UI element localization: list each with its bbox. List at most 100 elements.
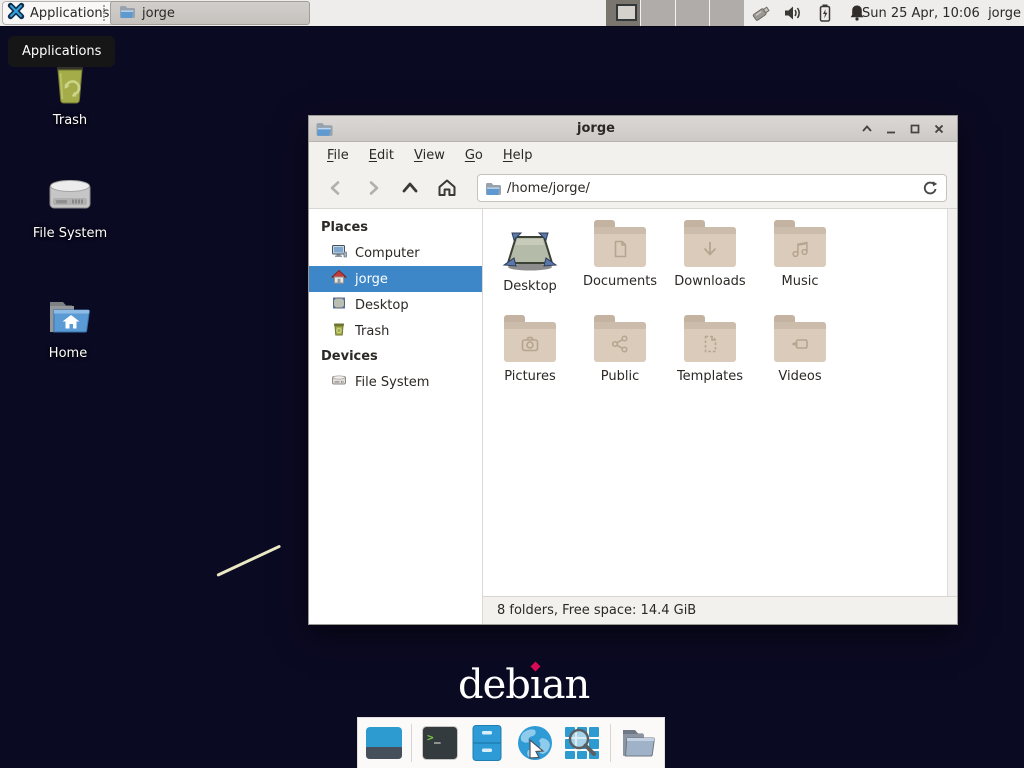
- file-label: Templates: [677, 369, 743, 384]
- desktop-icon-label: Home: [49, 346, 87, 361]
- terminal-icon[interactable]: > _: [420, 723, 459, 763]
- window-titlebar[interactable]: jorge: [309, 116, 957, 142]
- file-label: Videos: [778, 369, 821, 384]
- reload-button[interactable]: [918, 176, 942, 200]
- web-browser-icon[interactable]: [515, 723, 554, 763]
- right-pane: Desktop Documents: [483, 209, 957, 624]
- username-label: jorge: [988, 0, 1021, 26]
- menu-bar: File Edit View Go Help: [309, 142, 957, 168]
- desktop-icon-label: File System: [33, 226, 107, 241]
- up-button[interactable]: [393, 173, 427, 203]
- file-templates[interactable]: Templates: [665, 314, 755, 409]
- pathbar-folder-icon: [485, 181, 501, 196]
- system-tray: [750, 0, 868, 26]
- file-manager-window: jorge File Edit View Go Help: [308, 115, 958, 625]
- minimize-button[interactable]: [883, 121, 899, 137]
- taskbar-button-jorge[interactable]: jorge: [110, 1, 310, 25]
- desktop-icon-file-system[interactable]: File System: [22, 176, 118, 241]
- desktop-folder-icon: [501, 225, 559, 277]
- menu-go[interactable]: Go: [455, 144, 493, 167]
- taskbar-folder-icon: [119, 4, 135, 23]
- sidebar-item-label: Desktop: [355, 298, 409, 313]
- folder-icon: [684, 322, 736, 362]
- panel-handle[interactable]: [103, 5, 107, 21]
- desktop-small-icon: [331, 295, 347, 315]
- vertical-scrollbar[interactable]: [947, 209, 957, 596]
- sidebar-item-jorge[interactable]: jorge: [309, 266, 482, 292]
- file-label: Public: [601, 369, 639, 384]
- workspace-4[interactable]: [710, 0, 744, 26]
- removable-media-icon[interactable]: [750, 2, 772, 24]
- stylus-stroke-artifact: [216, 545, 281, 577]
- file-music[interactable]: Music: [755, 219, 845, 314]
- bottom-dock: > _: [357, 717, 665, 768]
- home-folder-icon: [44, 296, 92, 342]
- sidebar-item-desktop[interactable]: Desktop: [309, 292, 482, 318]
- top-panel: Applications jorge: [0, 0, 1024, 26]
- drive-small-icon: [331, 372, 347, 392]
- folder-icon: [774, 322, 826, 362]
- trash-small-icon: [331, 321, 347, 341]
- file-manager-folder-icon[interactable]: [619, 723, 658, 763]
- sidebar-item-computer[interactable]: Computer: [309, 240, 482, 266]
- close-button[interactable]: [931, 121, 947, 137]
- file-documents[interactable]: Documents: [575, 219, 665, 314]
- file-label: Desktop: [503, 279, 557, 294]
- file-desktop[interactable]: Desktop: [485, 219, 575, 314]
- devices-header: Devices: [309, 344, 482, 369]
- file-public[interactable]: Public: [575, 314, 665, 409]
- dock-separator: [411, 724, 412, 762]
- desktop-icon-label: Trash: [53, 113, 87, 128]
- applications-tooltip: Applications: [8, 36, 115, 67]
- file-cabinet-icon[interactable]: [468, 723, 507, 763]
- menu-edit[interactable]: Edit: [359, 144, 404, 167]
- show-desktop-icon[interactable]: [364, 723, 403, 763]
- svg-text:>: >: [427, 731, 434, 744]
- workspace-2[interactable]: [641, 0, 676, 26]
- folder-icon: [594, 227, 646, 267]
- sidebar-item-file-system[interactable]: File System: [309, 369, 482, 395]
- status-bar: 8 folders, Free space: 14.4 GiB: [483, 596, 957, 624]
- svg-text:_: _: [434, 731, 441, 744]
- app-finder-icon[interactable]: [562, 723, 601, 763]
- window-folder-icon: [315, 121, 333, 137]
- file-videos[interactable]: Videos: [755, 314, 845, 409]
- desktop: Applications jorge: [0, 0, 1024, 768]
- clock[interactable]: Sun 25 Apr, 10:06: [862, 0, 980, 26]
- user-home-icon: [331, 269, 347, 289]
- sidebar-item-trash[interactable]: Trash: [309, 318, 482, 344]
- location-bar[interactable]: [477, 174, 947, 202]
- debian-wordmark: debıan: [458, 662, 589, 708]
- dock-separator: [610, 724, 611, 762]
- xfce-applications-icon: [7, 2, 25, 24]
- applications-menu-label: Applications: [30, 6, 109, 21]
- menu-file[interactable]: File: [317, 144, 359, 167]
- workspace-3[interactable]: [676, 0, 711, 26]
- path-input[interactable]: [507, 181, 912, 196]
- folder-icon: [504, 322, 556, 362]
- back-button[interactable]: [319, 173, 353, 203]
- shade-button[interactable]: [859, 121, 875, 137]
- file-pictures[interactable]: Pictures: [485, 314, 575, 409]
- menu-view[interactable]: View: [404, 144, 455, 167]
- file-label: Documents: [583, 274, 657, 289]
- applications-menu-button[interactable]: Applications: [2, 1, 118, 25]
- desktop-icon-home[interactable]: Home: [20, 296, 116, 361]
- file-label: Pictures: [504, 369, 555, 384]
- status-text: 8 folders, Free space: 14.4 GiB: [497, 603, 696, 618]
- workspace-window-thumbnail: [616, 4, 637, 21]
- maximize-button[interactable]: [907, 121, 923, 137]
- folder-icon: [684, 227, 736, 267]
- window-title: jorge: [333, 121, 859, 136]
- menu-help[interactable]: Help: [493, 144, 543, 167]
- side-pane: Places Computer: [309, 209, 483, 624]
- file-downloads[interactable]: Downloads: [665, 219, 755, 314]
- folder-icon: [594, 322, 646, 362]
- battery-icon[interactable]: [814, 2, 836, 24]
- forward-button[interactable]: [356, 173, 390, 203]
- home-button[interactable]: [430, 173, 464, 203]
- workspace-1[interactable]: [606, 0, 641, 26]
- volume-icon[interactable]: [782, 2, 804, 24]
- workspace-switcher: [606, 0, 744, 26]
- file-view[interactable]: Desktop Documents: [483, 209, 957, 596]
